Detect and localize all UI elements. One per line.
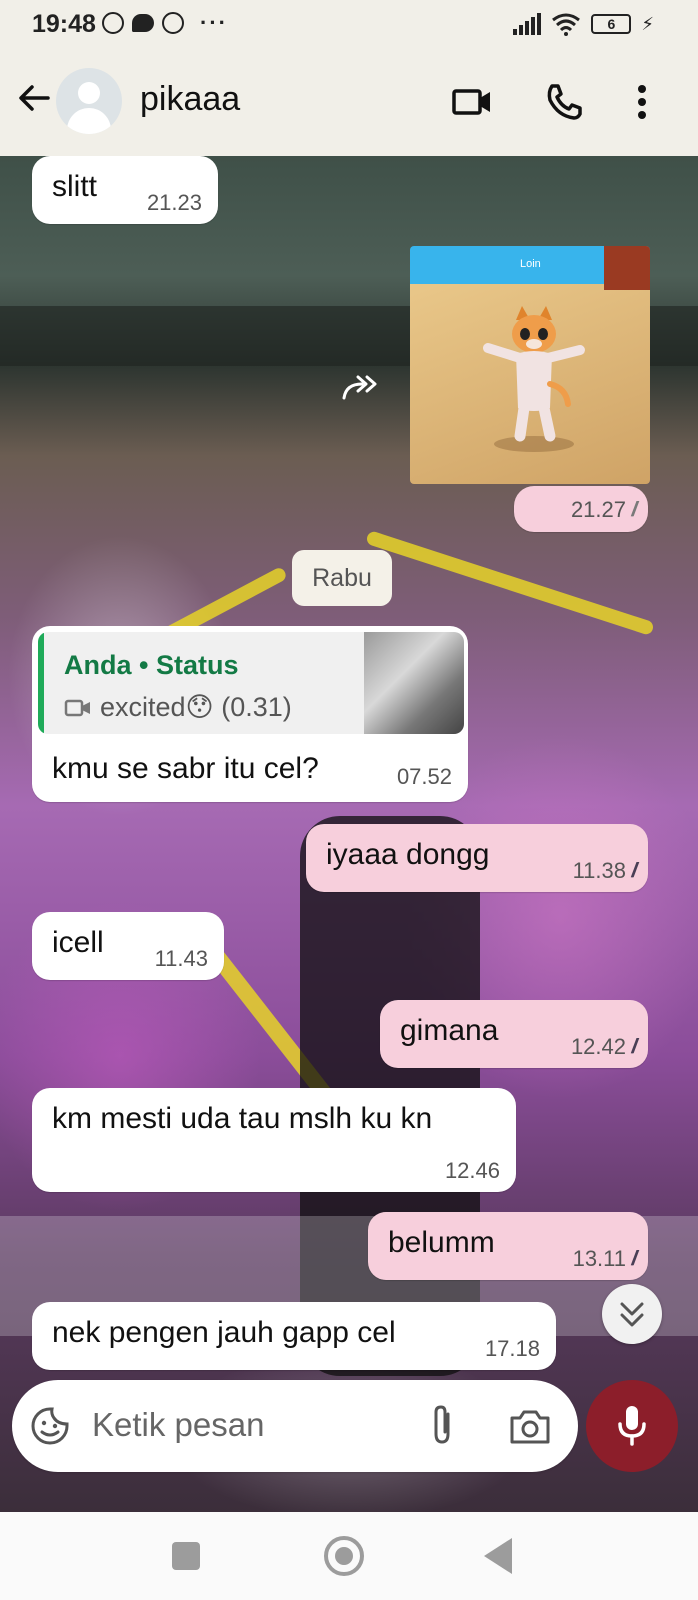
chat-header: pikaaa bbox=[0, 48, 698, 156]
status-time: 19:48 bbox=[32, 10, 96, 38]
video-call-icon[interactable] bbox=[448, 78, 496, 126]
signal-icon bbox=[513, 13, 542, 35]
scroll-down-icon bbox=[620, 1302, 644, 1327]
phone-icon[interactable] bbox=[540, 78, 588, 126]
more-notifications-icon: ··· bbox=[200, 10, 228, 35]
message-time: 21.23 bbox=[146, 190, 202, 215]
status-thumbnail bbox=[364, 632, 464, 734]
mic-button[interactable] bbox=[586, 1380, 678, 1472]
contact-name[interactable]: pikaaa bbox=[140, 80, 240, 119]
message-bubble[interactable]: icell 11.43 bbox=[32, 912, 224, 980]
battery-icon: 6 bbox=[591, 14, 632, 34]
chat-area[interactable]: slitt 21.23 Loin 21.27// Rabu bbox=[0, 156, 698, 1512]
message-time: 12.46 bbox=[444, 1158, 500, 1183]
message-placeholder: Ketik pesan bbox=[92, 1406, 265, 1443]
whatsapp-icon bbox=[162, 12, 184, 34]
quoted-status[interactable]: Anda • Status excited😯 (0.31) bbox=[38, 632, 464, 734]
message-time: 17.18 bbox=[484, 1336, 540, 1361]
message-time: 11.38 bbox=[572, 858, 626, 883]
message-time: 13.11 bbox=[572, 1246, 626, 1271]
forward-icon[interactable] bbox=[340, 372, 382, 404]
attach-icon[interactable] bbox=[424, 1404, 460, 1448]
back-arrow-icon[interactable] bbox=[14, 78, 54, 118]
reply-description: excited😯 (0.31) bbox=[100, 692, 292, 722]
message-input[interactable]: Ketik pesan bbox=[12, 1380, 578, 1472]
scroll-down-button[interactable] bbox=[602, 1284, 662, 1344]
message-bubble[interactable]: km mesti uda tau mslh ku kn 12.46 bbox=[32, 1088, 516, 1192]
chat-icon bbox=[132, 14, 154, 32]
charging-icon: ⚡ bbox=[641, 13, 654, 34]
nav-back-button[interactable] bbox=[484, 1538, 512, 1574]
camera-icon[interactable] bbox=[508, 1406, 552, 1446]
message-bubble[interactable]: Anda • Status excited😯 (0.31) kmu se sab… bbox=[32, 626, 468, 802]
system-nav-bar bbox=[0, 1512, 698, 1600]
message-bubble[interactable]: iyaaa dongg 11.38// bbox=[306, 824, 648, 892]
message-meta-bubble[interactable]: 21.27// bbox=[514, 486, 648, 532]
mic-icon bbox=[618, 1406, 646, 1446]
more-icon[interactable] bbox=[618, 78, 666, 126]
video-icon bbox=[64, 699, 90, 716]
message-time: 07.52 bbox=[396, 764, 452, 789]
sticker-icon[interactable] bbox=[30, 1406, 70, 1446]
recents-button[interactable] bbox=[172, 1542, 200, 1570]
image-caption: Loin bbox=[520, 258, 541, 270]
cat-image bbox=[483, 306, 585, 452]
message-bubble[interactable]: nek pengen jauh gapp cel 17.18 bbox=[32, 1302, 556, 1370]
image-message[interactable]: Loin bbox=[410, 246, 650, 484]
status-bar: 19:48 ··· 6 ⚡ bbox=[0, 0, 698, 48]
date-separator: Rabu bbox=[292, 550, 392, 606]
whatsapp-icon bbox=[102, 12, 124, 34]
wifi-icon bbox=[552, 13, 581, 36]
message-time: 21.27 bbox=[570, 497, 626, 522]
avatar[interactable] bbox=[56, 68, 122, 134]
message-time: 11.43 bbox=[154, 946, 208, 971]
reply-title: Anda • Status bbox=[64, 650, 239, 680]
message-time: 12.42 bbox=[570, 1034, 626, 1059]
home-button[interactable] bbox=[324, 1536, 364, 1576]
message-bubble[interactable]: slitt 21.23 bbox=[32, 156, 218, 224]
message-bubble[interactable]: gimana 12.42// bbox=[380, 1000, 648, 1068]
message-bubble[interactable]: belumm 13.11// bbox=[368, 1212, 648, 1280]
